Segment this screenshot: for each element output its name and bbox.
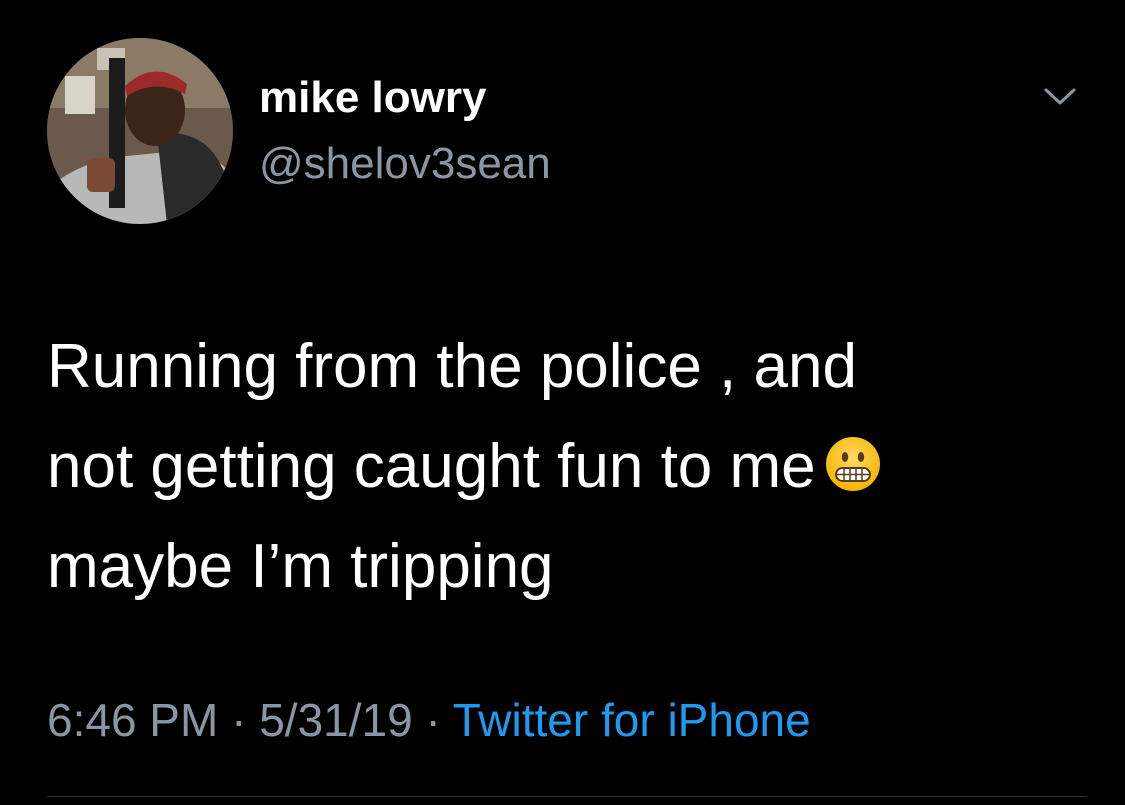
tweet-text-line: maybe I’m tripping	[47, 532, 554, 601]
chevron-down-icon	[1044, 88, 1076, 105]
tweet-date[interactable]: 5/31/19	[259, 694, 412, 746]
tweet-source-link[interactable]: Twitter for iPhone	[453, 694, 811, 746]
tweet-meta: 6:46 PM · 5/31/19 · Twitter for iPhone	[47, 692, 811, 748]
tweet-text-line: Running from the police , and	[47, 332, 857, 401]
author-handle[interactable]: @shelov3sean	[259, 138, 551, 190]
divider	[47, 796, 1087, 797]
tweet-text: Running from the police , and not gettin…	[47, 317, 1087, 617]
meta-separator: ·	[412, 694, 453, 746]
grimacing-face-emoji-icon	[824, 423, 882, 491]
author-display-name[interactable]: mike lowry	[259, 72, 486, 124]
meta-separator: ·	[218, 694, 260, 746]
profile-photo-icon	[47, 38, 233, 224]
tweet-text-line-content: not getting caught fun to me	[47, 432, 816, 501]
avatar[interactable]	[47, 38, 233, 224]
more-options-button[interactable]	[1038, 78, 1082, 114]
tweet-text-line: not getting caught fun to me	[47, 417, 1087, 517]
tweet-time[interactable]: 6:46 PM	[47, 694, 218, 746]
